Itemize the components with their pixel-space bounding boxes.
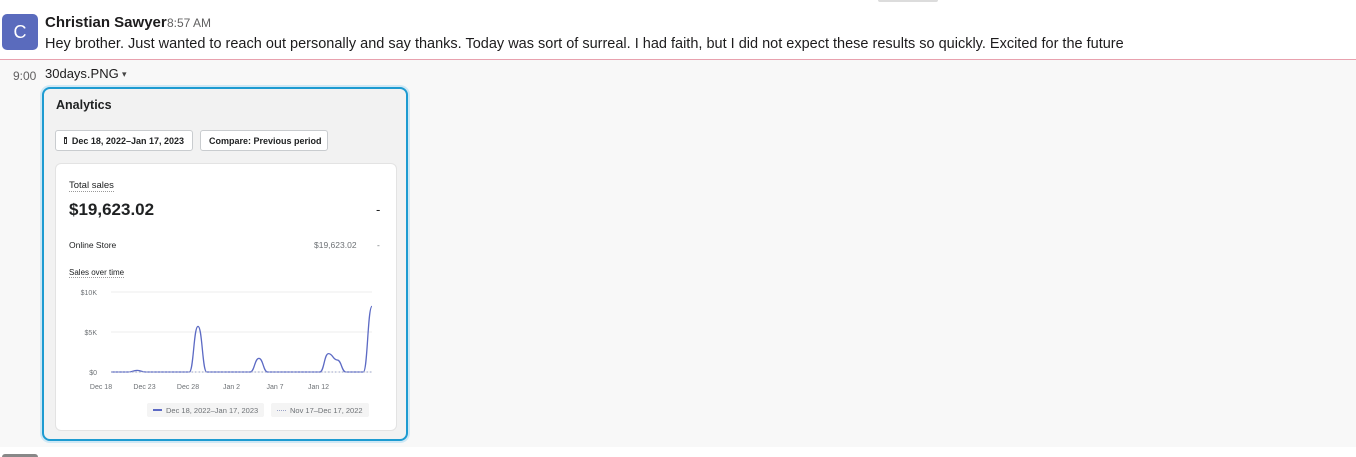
legend-current-swatch xyxy=(153,409,162,411)
y-tick-label: $5K xyxy=(85,330,98,337)
sales-card: Total sales $19,623.02 - Online Store $1… xyxy=(56,164,396,430)
y-tick-label: $10K xyxy=(81,290,98,297)
avatar[interactable]: C xyxy=(2,14,38,50)
sales-chart: $0 $5K $10K Dec 18 Dec 23 Dec 28 Jan 2 Jan 7 Jan… xyxy=(81,290,373,391)
analytics-title: Analytics xyxy=(56,98,112,112)
calendar-icon xyxy=(64,137,67,144)
message-timestamp[interactable]: 8:57 AM xyxy=(167,16,211,30)
author-name[interactable]: Christian Sawyer xyxy=(45,14,167,31)
legend-previous: Nov 17–Dec 17, 2022 xyxy=(271,403,369,417)
y-tick-label: $0 xyxy=(89,370,97,377)
legend-previous-swatch xyxy=(277,409,286,411)
x-tick-label: Jan 12 xyxy=(308,384,329,391)
compare-button: Compare: Previous period xyxy=(200,130,328,151)
file-name[interactable]: 30days.PNG xyxy=(45,66,119,81)
x-tick-label: Dec 18 xyxy=(90,384,112,391)
x-tick-label: Dec 28 xyxy=(177,384,199,391)
x-tick-label: Jan 2 xyxy=(223,384,240,391)
date-range-button: Dec 18, 2022–Jan 17, 2023 xyxy=(55,130,193,151)
message-text: Hey brother. Just wanted to reach out pe… xyxy=(45,36,1124,52)
legend-previous-label: Nov 17–Dec 17, 2022 xyxy=(290,405,363,415)
message: C Christian Sawyer 8:57 AM Hey brother. … xyxy=(0,0,1356,60)
compare-label: Compare: Previous period xyxy=(209,135,322,146)
x-tick-label: Jan 7 xyxy=(266,384,283,391)
legend-current-label: Dec 18, 2022–Jan 17, 2023 xyxy=(166,405,259,415)
series-current-line xyxy=(110,305,373,373)
chevron-down-icon[interactable]: ▾ xyxy=(122,69,127,80)
date-range-label: Dec 18, 2022–Jan 17, 2023 xyxy=(71,135,184,146)
followup-message: 9:00 30days.PNG ▾ Analytics Dec 18, 2022… xyxy=(0,60,1356,447)
followup-timestamp[interactable]: 9:00 xyxy=(13,69,36,83)
image-attachment[interactable]: Analytics Dec 18, 2022–Jan 17, 2023 Comp… xyxy=(42,87,408,441)
next-message-strip xyxy=(0,447,1356,457)
legend-current: Dec 18, 2022–Jan 17, 2023 xyxy=(147,403,265,417)
x-tick-label: Dec 23 xyxy=(133,384,155,391)
